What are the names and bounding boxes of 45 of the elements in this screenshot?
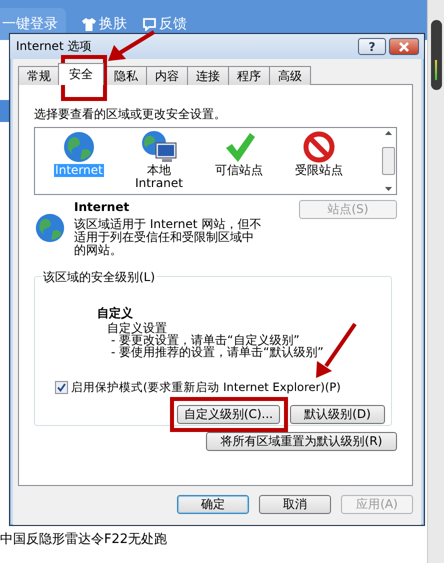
zone-label: 可信站点 [214, 164, 264, 177]
news-headline[interactable]: 中国反隐形雷达令F22无处跑 [0, 530, 168, 548]
dialog-button[interactable]: 确定 [177, 495, 249, 514]
zone-item[interactable]: 本地 Intranet [129, 130, 189, 194]
checkbox-label: 启用保护模式(要求重新启动 Internet Explorer)(P) [71, 380, 341, 395]
level-description: - 要更改设置，请单击“自定义级别” [111, 334, 300, 346]
tab[interactable]: 高级 [269, 66, 311, 85]
close-button[interactable] [389, 38, 419, 55]
tab[interactable]: 常规 [18, 66, 60, 85]
globe-monitor-icon [140, 130, 178, 164]
close-icon [398, 42, 410, 52]
level-name: 自定义 [97, 305, 134, 322]
instruction-text: 选择要查看的区域或更改安全设置。 [34, 106, 227, 123]
checkbox[interactable] [55, 381, 68, 394]
speech-bubble-icon [143, 18, 156, 30]
no-entry-icon [302, 130, 336, 164]
scroll-down-icon[interactable] [384, 187, 392, 191]
zone-title: Internet [74, 200, 130, 214]
tab[interactable]: 隐私 [105, 66, 147, 85]
zone-item[interactable]: 受限站点 [289, 130, 349, 194]
zone-item[interactable]: 可信站点 [209, 130, 269, 194]
window-title: Internet 选项 [16, 38, 92, 55]
zone-label: 受限站点 [294, 164, 344, 177]
highlight-box [61, 55, 107, 101]
tab[interactable]: 内容 [146, 66, 188, 85]
scrollbar[interactable] [427, 0, 444, 563]
level-description: - 要使用推荐的设置，请单击“默认级别” [111, 346, 325, 358]
scroll-up-icon[interactable] [384, 131, 392, 135]
zone-description: 该区域适用于 Internet 网站，但不适用于列在受信任和受限制区域中的网站。 [74, 218, 262, 257]
help-button[interactable]: ? [358, 38, 386, 55]
level-button[interactable]: 默认级别(D) [290, 405, 385, 424]
shirt-icon [82, 18, 96, 30]
zone-label: Internet [54, 164, 104, 177]
level-description: 自定义设置 [107, 322, 167, 334]
annotation-arrow [106, 30, 156, 64]
globe-icon [62, 130, 96, 164]
tab[interactable]: 程序 [228, 66, 270, 85]
group-title: 该区域的安全级别(L) [41, 269, 158, 286]
tab[interactable]: 安全 [58, 63, 104, 85]
globe-icon [34, 212, 66, 244]
reset-button[interactable]: 将所有区域重置为默认级别(R) [206, 432, 397, 451]
dialog-button[interactable]: 取消 [259, 495, 331, 514]
zone-label: 本地 Intranet [134, 164, 184, 190]
level-button[interactable]: 自定义级别(C)... [176, 405, 280, 424]
tab[interactable]: 连接 [187, 66, 229, 85]
